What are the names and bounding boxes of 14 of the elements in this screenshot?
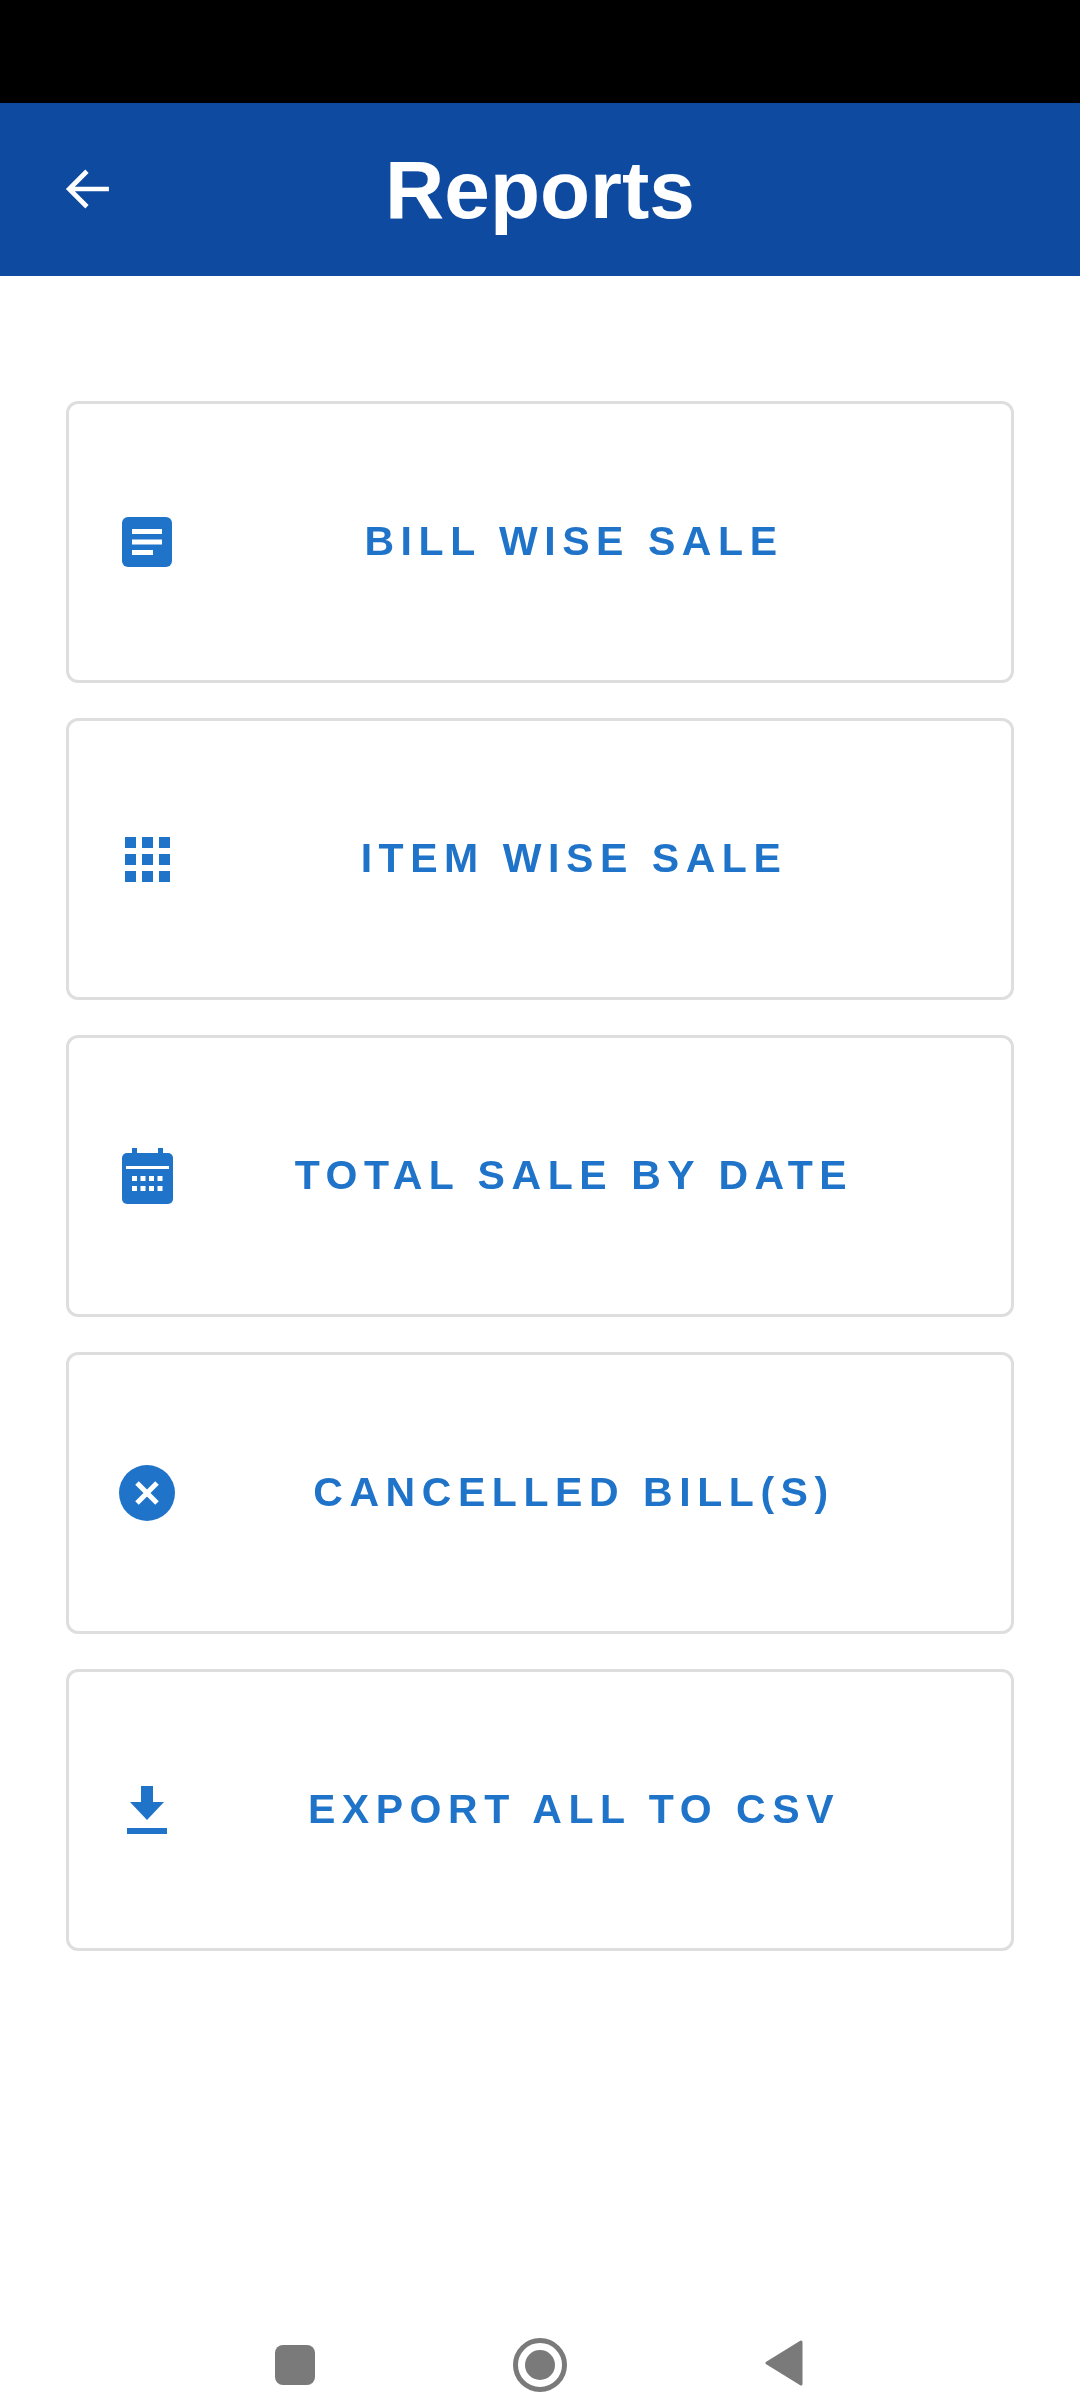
report-button[interactable]: BILL WISE SALE [66, 401, 1014, 683]
report-button[interactable]: EXPORT ALL TO CSV [66, 1669, 1014, 1951]
download-icon [127, 1786, 167, 1834]
report-button[interactable]: CANCELLED BILL(S) [66, 1352, 1014, 1634]
back-triangle-icon[interactable] [765, 2340, 803, 2386]
report-button[interactable]: TOTAL SALE BY DATE [66, 1035, 1014, 1317]
home-icon[interactable] [513, 2338, 567, 2392]
report-button[interactable]: ITEM WISE SALE [66, 718, 1014, 1000]
recents-icon[interactable] [275, 2345, 315, 2385]
cancel-icon [119, 1465, 175, 1521]
calendar-icon [121, 1148, 173, 1204]
grid-icon [124, 836, 170, 882]
back-arrow-icon [65, 168, 111, 210]
document-icon [122, 517, 172, 567]
